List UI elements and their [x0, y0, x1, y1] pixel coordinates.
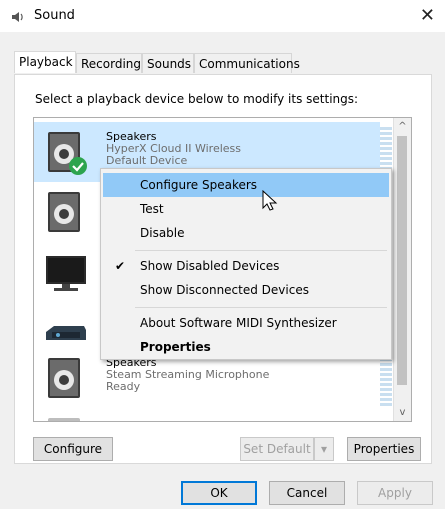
speaker-icon	[12, 12, 23, 22]
menu-item-disable[interactable]: Disable	[103, 221, 389, 245]
device-list-scrollbar[interactable]: ^ v	[393, 118, 411, 421]
chevron-down-icon: ▾	[320, 442, 328, 456]
scroll-down-button[interactable]: v	[394, 404, 411, 421]
device-status: Default Device	[106, 154, 188, 167]
close-button[interactable]: ✕	[420, 5, 435, 26]
menu-item-show-disabled-devices[interactable]: ✔ Show Disabled Devices	[103, 254, 389, 278]
menu-separator	[135, 307, 387, 308]
ok-button[interactable]: OK	[181, 481, 257, 505]
device-status: Ready	[106, 380, 141, 393]
apply-button[interactable]: Apply	[357, 481, 433, 505]
device-item-partial[interactable]	[34, 408, 380, 421]
speaker-icon	[48, 192, 80, 232]
speaker-icon	[48, 132, 87, 175]
window-title: Sound	[34, 8, 75, 23]
tab-recording[interactable]: Recording	[76, 53, 142, 73]
speaker-icon	[48, 358, 80, 398]
tab-sounds[interactable]: Sounds	[142, 53, 194, 73]
set-default-button[interactable]: Set Default	[240, 437, 314, 461]
menu-item-properties[interactable]: Properties	[103, 335, 389, 359]
menu-separator	[135, 250, 387, 251]
cancel-button[interactable]: Cancel	[269, 481, 345, 505]
speaker-icon	[48, 418, 80, 421]
properties-button[interactable]: Properties	[347, 437, 421, 461]
scroll-up-button[interactable]: ^	[394, 118, 411, 135]
tab-communications[interactable]: Communications	[194, 53, 300, 73]
tab-playback[interactable]: Playback	[14, 51, 76, 73]
context-menu: Configure Speakers Test Disable ✔ Show D…	[100, 168, 392, 360]
menu-item-about-midi[interactable]: About Software MIDI Synthesizer	[103, 311, 389, 335]
instruction-text: Select a playback device below to modify…	[35, 92, 359, 106]
menu-item-test[interactable]: Test	[103, 197, 389, 221]
configure-button[interactable]: Configure	[33, 437, 113, 461]
monitor-icon	[46, 256, 86, 291]
menu-item-configure-speakers[interactable]: Configure Speakers	[103, 173, 389, 197]
menu-item-show-disconnected-devices[interactable]: Show Disconnected Devices	[103, 278, 389, 302]
title-bar: Sound ✕	[0, 0, 445, 32]
set-default-dropdown[interactable]: ▾	[314, 437, 334, 461]
mouse-cursor-icon	[262, 190, 278, 211]
checkmark-icon: ✔	[115, 259, 126, 273]
menu-item-label: Show Disabled Devices	[140, 259, 280, 273]
scroll-thumb[interactable]	[397, 136, 407, 385]
volume-meter	[380, 353, 392, 408]
